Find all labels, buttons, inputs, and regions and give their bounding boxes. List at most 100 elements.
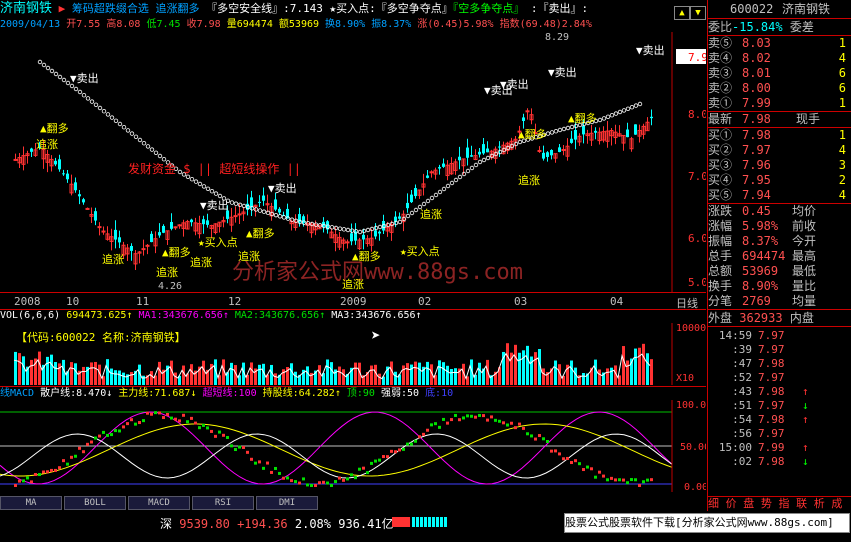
hold-bar [550,449,553,453]
volume-bar [338,366,341,385]
date-label: 2009 [340,295,367,308]
volume-chart[interactable]: 【代码:600022 名称:济南钢铁】 100000 X10 [0,323,706,385]
hold-bar [546,439,549,443]
volume-bar [50,354,53,385]
volume-bar [394,371,397,385]
stat-row: 涨跌 0.45 均价 [708,204,851,219]
volume-bar [38,351,41,385]
macd-chart[interactable]: 100.00 50.00 0.00 [0,400,706,492]
safety-dot [97,105,103,111]
kline-chart[interactable]: 8.00 7.00 6.00 5.00 7.98 8.29 4.26 发财资金 … [0,32,706,292]
volume-bar [190,364,193,385]
hold-bar [182,413,185,417]
stat-label2: 最低 [792,264,817,278]
safety-dot [257,208,263,213]
panel-name: 济南钢铁 [782,2,831,16]
stat-row: 换手 8.90% 量比 [708,279,851,294]
candle-body [202,219,205,225]
candle-body [482,144,485,154]
tick-row: 15:00 7.99 ↑ [708,441,851,455]
volume-bar [534,352,537,385]
hold-bar [286,476,289,480]
volume-bar [150,371,153,385]
volume-bar [438,360,441,385]
wei-bi-row: 委比-15.84% 委差 [708,19,851,36]
formula-link[interactable]: 筹码超跌缀合选 [72,2,149,15]
hold-bar [74,454,77,458]
index-ticker[interactable]: 深 9539.80 +194.36 2.08% 936.41亿 [160,515,394,532]
hold-bar [306,483,309,487]
safety-dot [397,219,403,225]
candle-body [94,211,97,221]
candle-body [537,149,542,152]
vol-value: 694473.625 [66,310,127,321]
book-volume: 4 [838,188,846,202]
tab-dmi[interactable]: DMI [256,496,318,510]
macd-title[interactable]: 线MACD [0,388,34,399]
quote-date: 2009/04/13 [0,19,61,30]
hold-bar [282,476,285,480]
vol-code-label: 【代码:600022 名称:济南钢铁】 [16,330,186,344]
safety-dot [457,174,463,180]
macd-strength: 强弱:50 [380,388,420,399]
safety-dot [277,214,283,219]
bid-row: 买③ 7.96 3 [708,158,851,173]
ask-row: 卖① 7.99 1 [708,96,851,111]
tab-boll[interactable]: BOLL [64,496,126,510]
tick-time: :39 [732,343,752,356]
candle-body [486,148,489,153]
hold-bar [318,481,321,485]
hold-bar [418,435,421,439]
candle-body [177,224,182,227]
candle-body [74,182,77,191]
candle-body [141,248,146,251]
safety-dot [89,99,95,104]
tail-link[interactable]: 追涨翻多 [156,2,200,15]
signal-label: 追涨 [190,255,212,269]
panel-footer-tabs[interactable]: 细 价 盘 势 指 联 析 成 [708,496,851,511]
candle-body [274,199,277,210]
safety-dot [189,176,195,182]
candle-body [478,151,481,155]
hold-bar [90,440,93,444]
hold-bar [334,480,337,484]
safety-dot [609,112,615,118]
stat-value: 8.90% [742,279,779,293]
quote-turnover: 换8.90% [325,19,366,30]
volume-bar [514,344,517,385]
hold-bar [110,433,113,437]
tab-macd[interactable]: MACD [128,496,190,510]
candle-body [97,226,102,229]
tick-time: :51 [732,399,752,412]
stock-name[interactable]: 济南钢铁 [0,1,52,16]
candle-body [54,160,57,165]
safety-dot [637,101,643,107]
volume-bar [182,365,185,385]
date-label: 11 [136,295,150,308]
candle-body [398,216,401,219]
signal-label: 追涨 [342,277,364,291]
price-tick: 6.00 [688,232,706,245]
signal-label: ▲翻多 [162,245,191,259]
bid-row: 买④ 7.95 2 [708,173,851,188]
macd-top: 顶:90 [346,388,375,399]
safety-dot [365,227,371,233]
tab-ma[interactable]: MA [0,496,62,510]
safety-dot [357,229,363,235]
safety-dot [441,186,447,192]
safety-dot [229,200,235,205]
quote-amount: 额53969 [278,19,320,30]
safety-dot [485,155,491,161]
safety-dot [197,181,203,187]
candle-body [190,219,193,223]
hold-bar [442,417,445,421]
safety-dot [129,131,135,136]
ad-banner[interactable]: 股票公式股票软件下载[分析家公式网www.88gs.com] [564,513,850,533]
volume-bar [650,359,653,385]
book-volume: 3 [838,158,846,172]
hold-bar [290,479,293,483]
tab-rsi[interactable]: RSI [192,496,254,510]
price-tick: 8.00 [688,108,706,121]
hold-bar [194,421,197,425]
candle-body [374,230,377,237]
